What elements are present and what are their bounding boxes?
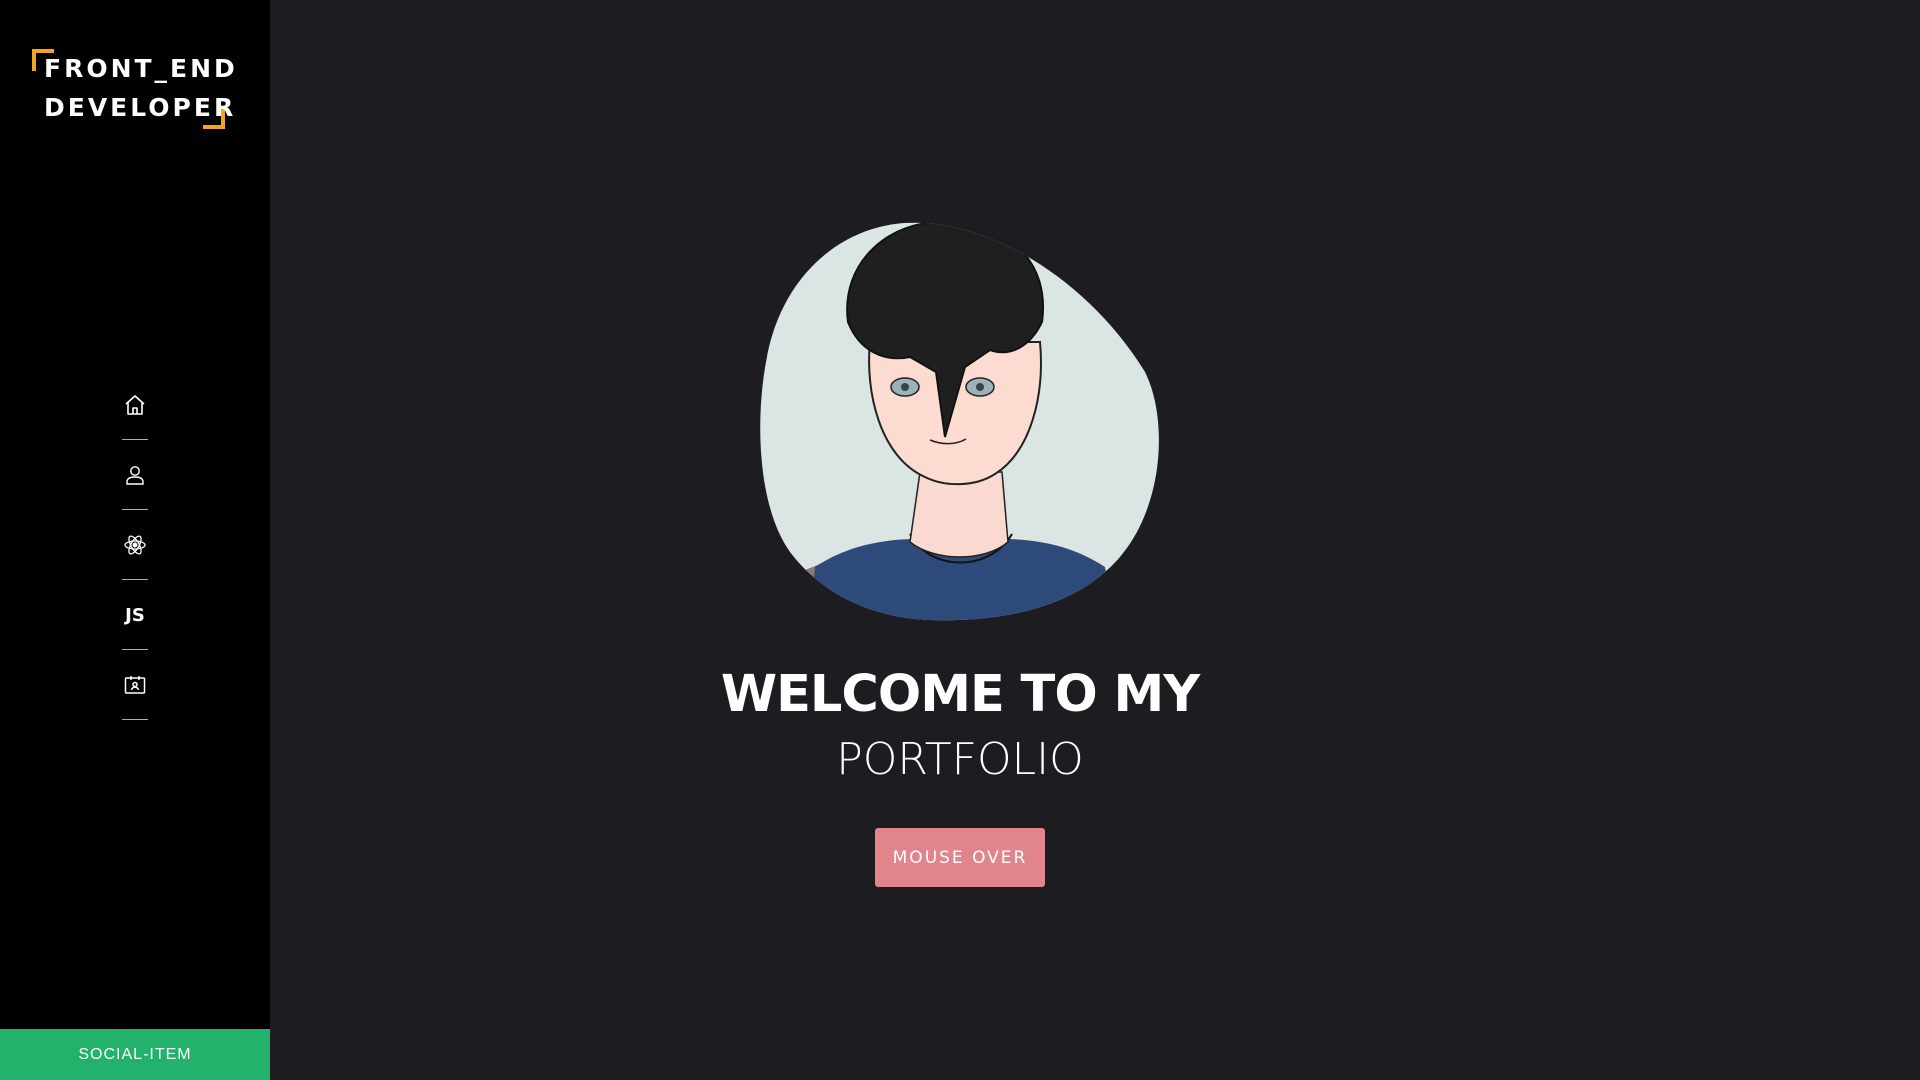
contact-card-icon — [124, 676, 146, 694]
nav-item-contact[interactable] — [0, 650, 270, 720]
nav-item-js[interactable]: JS — [0, 580, 270, 650]
social-item-bar[interactable]: SOCIAL-ITEM — [0, 1029, 270, 1080]
logo-line-2: DEVELOPER — [44, 93, 237, 122]
react-atom-icon — [124, 535, 146, 555]
sidebar-nav: JS — [0, 370, 270, 720]
user-icon — [126, 466, 144, 485]
avatar — [760, 222, 1159, 621]
nav-item-skills[interactable] — [0, 510, 270, 580]
portfolio-subheading: PORTFOLIO — [836, 734, 1084, 785]
sidebar: FRONT_END DEVELOPER JS SOCIAL-ITEM — [0, 0, 270, 1080]
nav-item-about[interactable] — [0, 440, 270, 510]
mouse-over-button[interactable]: MOUSE OVER — [875, 828, 1045, 887]
js-icon: JS — [125, 604, 145, 626]
welcome-headline: WELCOME TO MY — [720, 665, 1200, 724]
home-icon — [125, 395, 145, 415]
logo[interactable]: FRONT_END DEVELOPER — [32, 49, 235, 129]
nav-item-home[interactable] — [0, 370, 270, 440]
logo-line-1: FRONT_END — [44, 54, 238, 83]
